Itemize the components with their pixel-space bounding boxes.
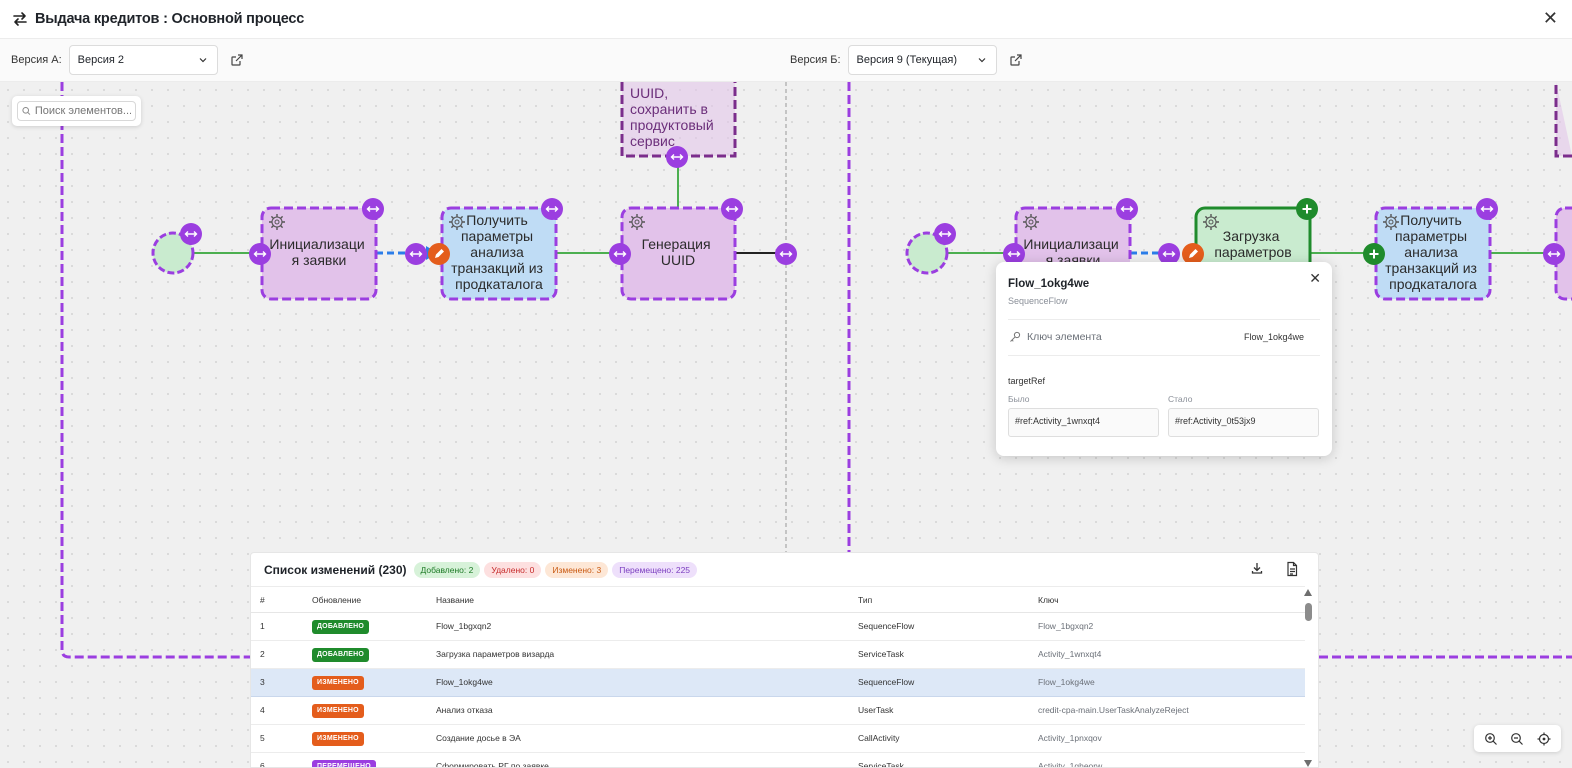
- version-a-label: Версия А:: [11, 54, 62, 66]
- table-row[interactable]: 4 ИЗМЕНЕНО Анализ отказа UserTask credit…: [251, 697, 1305, 725]
- row-type: UserTask: [858, 705, 894, 715]
- status-badge: ИЗМЕНЕНО: [312, 731, 364, 746]
- close-icon[interactable]: ✕: [1543, 9, 1558, 27]
- row-num: 6: [260, 761, 265, 768]
- pool-a-border: [60, 82, 250, 659]
- table-row[interactable]: 2 ДОБАВЛЕНО Загрузка параметров визарда …: [251, 641, 1305, 669]
- added-count-badge[interactable]: Добавлено: 2: [413, 561, 481, 578]
- row-name: Flow_1bgxqn2: [436, 621, 492, 631]
- row-type: ServiceTask: [858, 761, 904, 768]
- version-a-value: Версия 2: [77, 54, 124, 66]
- element-key-value: Flow_1okg4we: [1243, 332, 1304, 342]
- status-badge: ДОБАВЛЕНО: [312, 619, 370, 634]
- scroll-down-icon[interactable]: [1304, 760, 1312, 767]
- row-key: credit-cpa-main.UserTaskAnalyzeReject: [1038, 705, 1189, 715]
- chevron-down-icon: [199, 58, 207, 63]
- element-details-popover: Flow_1okg4we SequenceFlow ✕ Ключ элемент…: [996, 262, 1332, 456]
- row-name: Анализ отказа: [436, 705, 493, 715]
- divider: [1008, 319, 1320, 320]
- version-bar: Версия А: Версия 2 Версия Б: Версия 9 (Т…: [0, 39, 1572, 82]
- chevron-down-icon: [978, 58, 985, 63]
- version-b-group: Версия Б: Версия 9 (Текущая): [790, 45, 1023, 75]
- table-header: # Обновление Название Тип Ключ: [251, 586, 1305, 613]
- row-type: CallActivity: [858, 733, 900, 743]
- version-a-select[interactable]: Версия 2: [68, 45, 218, 75]
- now-label: Стало: [1168, 394, 1193, 404]
- version-a-group: Версия А: Версия 2: [11, 45, 244, 75]
- zoom-out-icon[interactable]: [1510, 732, 1524, 746]
- column-type[interactable]: Тип: [858, 587, 872, 613]
- zoom-controls: [1474, 725, 1561, 752]
- search-input[interactable]: [34, 105, 131, 117]
- column-name[interactable]: Название: [436, 587, 474, 613]
- row-num: 3: [260, 677, 265, 687]
- element-key-label: Ключ элемента: [1027, 331, 1102, 343]
- row-name: Сформировать РГ по заявке: [436, 761, 549, 768]
- popover-type: SequenceFlow: [1008, 296, 1068, 306]
- row-num: 4: [260, 705, 265, 715]
- version-b-select[interactable]: Версия 9 (Текущая): [847, 45, 997, 75]
- status-badge: ИЗМЕНЕНО: [312, 703, 364, 718]
- moved-count-badge[interactable]: Перемещено: 225: [612, 561, 698, 578]
- column-num: #: [260, 595, 265, 605]
- changes-panel: Список изменений (230) Добавлено: 2 Удал…: [250, 552, 1319, 768]
- column-key[interactable]: Ключ: [1038, 587, 1059, 613]
- row-key: Activity_1gheorw: [1038, 761, 1103, 768]
- status-badge: ИЗМЕНЕНО: [312, 675, 364, 690]
- table-row-selected[interactable]: 3 ИЗМЕНЕНО Flow_1okg4we SequenceFlow Flo…: [251, 669, 1305, 697]
- row-key: Flow_1bgxqn2: [1038, 621, 1094, 631]
- row-key: Flow_1okg4we: [1038, 677, 1095, 687]
- close-icon[interactable]: ✕: [1309, 270, 1321, 287]
- key-icon: [1010, 331, 1021, 342]
- search-icon: [22, 106, 31, 115]
- table-row[interactable]: 1 ДОБАВЛЕНО Flow_1bgxqn2 SequenceFlow Fl…: [251, 613, 1305, 641]
- row-key: Activity_1pnxqov: [1038, 733, 1102, 743]
- was-value: #ref:Activity_1wnxqt4: [1008, 408, 1159, 437]
- annotation-b: [1554, 82, 1572, 158]
- table-scrollbar[interactable]: [1304, 589, 1313, 767]
- row-name: Загрузка параметров визарда: [436, 649, 555, 659]
- changes-header: Список изменений (230) Добавлено: 2 Удал…: [251, 553, 1318, 586]
- row-key: Activity_1wnxqt4: [1038, 649, 1102, 659]
- scroll-up-icon[interactable]: [1304, 589, 1312, 596]
- external-link-icon[interactable]: [1009, 53, 1023, 67]
- table-row[interactable]: 6 ПЕРЕМЕЩЕНО Сформировать РГ по заявке S…: [251, 753, 1305, 768]
- row-num: 5: [260, 733, 265, 743]
- compare-swap-icon: [12, 11, 28, 27]
- row-num: 1: [260, 621, 265, 631]
- was-label: Было: [1008, 394, 1030, 404]
- popover-title: Flow_1okg4we: [1008, 278, 1090, 290]
- download-icon[interactable]: [1250, 561, 1264, 577]
- element-search: [12, 96, 141, 126]
- changed-attribute-name: targetRef: [1008, 376, 1046, 386]
- row-name: Создание досье в ЭА: [436, 733, 521, 743]
- fit-view-icon[interactable]: [1537, 732, 1551, 746]
- row-type: SequenceFlow: [858, 621, 915, 631]
- task-b-load-params-label: Загрузка параметров: [1214, 228, 1291, 260]
- external-link-icon[interactable]: [230, 53, 244, 67]
- row-type: SequenceFlow: [858, 677, 915, 687]
- version-b-label: Версия Б:: [790, 54, 841, 66]
- deleted-count-badge[interactable]: Удалено: 0: [484, 561, 542, 578]
- table-row[interactable]: 5 ИЗМЕНЕНО Создание досье в ЭА CallActiv…: [251, 725, 1305, 753]
- version-b-value: Версия 9 (Текущая): [856, 54, 958, 66]
- dialog-header: Выдача кредитов : Основной процесс ✕: [0, 0, 1572, 39]
- modified-count-badge[interactable]: Изменено: 3: [545, 561, 609, 578]
- divider: [1008, 355, 1320, 356]
- zoom-in-icon[interactable]: [1484, 732, 1498, 746]
- status-badge: ПЕРЕМЕЩЕНО: [312, 759, 376, 767]
- scroll-thumb[interactable]: [1305, 603, 1312, 621]
- search-field[interactable]: [17, 101, 136, 121]
- row-num: 2: [260, 649, 265, 659]
- page-title: Выдача кредитов : Основной процесс: [35, 11, 305, 27]
- changes-title: Список изменений (230): [264, 562, 407, 577]
- row-type: ServiceTask: [858, 649, 904, 659]
- column-update[interactable]: Обновление: [312, 587, 361, 613]
- status-badge: ДОБАВЛЕНО: [312, 647, 370, 662]
- row-name: Flow_1okg4we: [436, 677, 493, 687]
- document-icon[interactable]: [1285, 561, 1299, 577]
- now-value: #ref:Activity_0t53jx9: [1168, 408, 1319, 437]
